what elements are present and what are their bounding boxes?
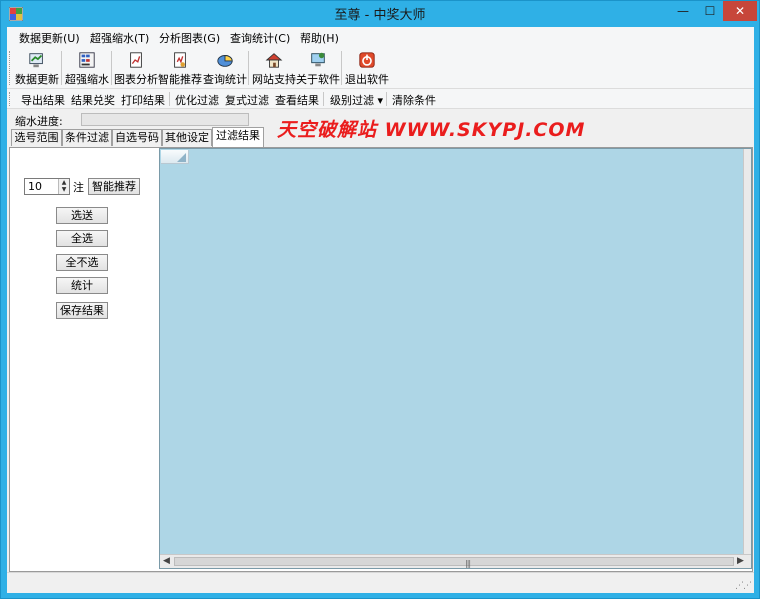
menu-help[interactable]: 帮助(H) [300,30,339,46]
tab-custom-numbers[interactable]: 自选号码 [112,129,162,146]
menu-shrink[interactable]: 超强缩水(T) [90,30,149,46]
toolbar-exit-button[interactable]: 退出软件 [345,49,389,87]
clear-conditions-button[interactable]: 清除条件 [392,92,436,108]
tab-range[interactable]: 选号范围 [11,129,62,146]
toolbar-about-button[interactable]: 关于软件 [296,49,340,87]
vertical-scrollbar[interactable] [743,149,751,554]
smart-recommend-button[interactable]: 智能推荐 [88,178,140,195]
watermark-banner: 天空破解站 WWW.SKYPJ.COM [277,119,586,141]
scroll-right-icon[interactable]: ▶ [737,556,744,566]
menu-data-update[interactable]: 数据更新(U) [19,30,80,46]
toolbar-label: 查询统计 [203,73,247,86]
toolbar-separator [341,51,342,85]
toolbar-separator [323,92,324,106]
toolbar-chart-analysis-button[interactable]: 图表分析 [114,49,158,87]
menu-chart[interactable]: 分析图表(G) [159,30,220,46]
client-area: 数据更新(U) 超强缩水(T) 分析图表(G) 查询统计(C) 帮助(H) 数据… [7,27,754,593]
view-results-button[interactable]: 查看结果 [275,92,319,108]
corner-triangle-icon [177,153,186,162]
status-bar: ⋰⋰ [7,572,754,593]
toolbar-label: 数据更新 [15,73,59,86]
toolbar-separator [169,92,170,106]
toolbar-label: 退出软件 [345,73,389,86]
grip-icon: ||| [465,559,471,568]
toolbar-smart-recommend-button[interactable]: 智能推荐 [158,49,202,87]
export-results-button[interactable]: 导出结果 [21,92,65,108]
progress-label: 缩水进度: [15,115,63,128]
about-icon [311,52,325,67]
close-button[interactable]: ✕ [723,1,757,21]
toolbar-website-button[interactable]: 网站支持 [252,49,296,87]
level-filter-dropdown[interactable]: 级别过滤 ▾ [330,92,383,108]
resize-grip-icon[interactable]: ⋰⋰ [735,581,752,591]
app-window: 至尊 - 中奖大师 — ☐ ✕ 数据更新(U) 超强缩水(T) 分析图表(G) … [0,0,760,599]
check-results-button[interactable]: 结果兑奖 [71,92,115,108]
scroll-thumb[interactable]: ||| [174,557,734,568]
select-none-button[interactable]: 全不选 [56,254,108,271]
query-stats-icon [217,55,233,67]
toolbar-grip[interactable] [9,51,12,85]
optimize-filter-button[interactable]: 优化过滤 [175,92,219,108]
statistics-button[interactable]: 统计 [56,277,108,294]
level-filter-label: 级别过滤 [330,94,374,107]
grid-select-all-corner[interactable] [161,150,189,164]
main-toolbar: 数据更新 超强缩水 图表分析 智能推荐 查询统计 网站支持 关于软件 退出软件 [7,47,754,89]
count-value: 10 [28,180,42,193]
chart-analysis-icon [130,52,142,68]
maximize-button[interactable]: ☐ [697,1,723,21]
toolbar-label: 网站支持 [252,73,296,86]
toolbar-separator [61,51,62,85]
toolbar-label: 关于软件 [296,73,340,86]
toolbar-separator [248,51,249,85]
toolbar-separator [386,92,387,106]
website-icon [265,53,283,68]
menu-query[interactable]: 查询统计(C) [230,30,290,46]
toolbar-grip[interactable] [9,92,12,106]
count-unit: 注 [73,181,84,194]
toolbar-label: 图表分析 [114,73,158,86]
select-send-button[interactable]: 选送 [56,207,108,224]
smart-recommend-icon [174,52,186,68]
scroll-left-icon[interactable]: ◀ [163,556,170,566]
filter-results-panel: 10 ▲ ▼ 注 智能推荐 选送 全选 全不选 统计 保存结果 ◀ ||| ▶ [9,147,753,572]
chevron-down-icon: ▾ [377,94,384,107]
menu-bar: 数据更新(U) 超强缩水(T) 分析图表(G) 查询统计(C) 帮助(H) [7,27,754,47]
tab-condition-filter[interactable]: 条件过滤 [62,129,112,146]
compound-filter-button[interactable]: 复式过滤 [225,92,269,108]
results-grid[interactable]: ◀ ||| ▶ [159,148,752,569]
exit-icon [359,52,375,68]
toolbar-label: 智能推荐 [158,73,202,86]
filter-toolbar: 导出结果 结果兑奖 打印结果 优化过滤 复式过滤 查看结果 级别过滤 ▾ 清除条… [7,89,754,109]
toolbar-data-update-button[interactable]: 数据更新 [15,49,59,87]
tab-other-settings[interactable]: 其他设定 [162,129,212,146]
tab-filter-results[interactable]: 过滤结果 [212,127,264,147]
stepper-arrows-icon[interactable]: ▲ ▼ [58,179,69,194]
title-bar[interactable]: 至尊 - 中奖大师 — ☐ ✕ [1,1,759,27]
minimize-button[interactable]: — [669,1,697,21]
shrink-progress-bar [81,113,249,126]
toolbar-separator [111,51,112,85]
print-results-button[interactable]: 打印结果 [121,92,165,108]
shrink-icon [79,52,95,68]
select-all-button[interactable]: 全选 [56,230,108,247]
save-results-button[interactable]: 保存结果 [56,302,108,319]
toolbar-label: 超强缩水 [65,73,109,86]
toolbar-query-stats-button[interactable]: 查询统计 [203,49,247,87]
data-update-icon [29,53,43,68]
count-stepper[interactable]: 10 ▲ ▼ [24,178,70,195]
horizontal-scrollbar[interactable]: ◀ ||| ▶ [160,554,751,568]
window-title: 至尊 - 中奖大师 [334,8,426,23]
toolbar-shrink-button[interactable]: 超强缩水 [65,49,109,87]
